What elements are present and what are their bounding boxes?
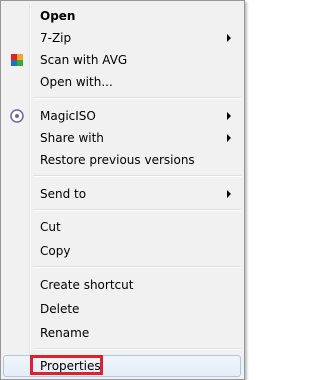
menu-item-label: Restore previous versions xyxy=(40,153,195,167)
menu-item-open-with[interactable]: Open with... xyxy=(3,71,241,93)
menu-item-label: 7-Zip xyxy=(40,31,72,45)
menu-item-label: Scan with AVG xyxy=(40,53,128,67)
menu-item-rename[interactable]: Rename xyxy=(3,322,241,344)
menu-item-open[interactable]: Open xyxy=(3,5,241,27)
menu-item-restore-previous-versions[interactable]: Restore previous versions xyxy=(3,149,241,171)
avg-icon xyxy=(11,54,23,66)
menu-item-label: Delete xyxy=(40,302,80,316)
menu-item-copy[interactable]: Copy xyxy=(3,240,241,262)
menu-item-label: Copy xyxy=(40,244,71,258)
menu-item-create-shortcut[interactable]: Create shortcut xyxy=(3,274,241,296)
submenu-arrow-icon xyxy=(227,112,231,120)
menu-item-label: Open with... xyxy=(40,75,113,89)
menu-item-share-with[interactable]: Share with xyxy=(3,127,241,149)
menu-item-7zip[interactable]: 7-Zip xyxy=(3,27,241,49)
menu-item-label: Create shortcut xyxy=(40,278,134,292)
menu-item-label: MagicISO xyxy=(40,109,96,123)
menu-item-label: Rename xyxy=(40,326,90,340)
magiciso-icon xyxy=(10,109,24,123)
menu-item-delete[interactable]: Delete xyxy=(3,298,241,320)
menu-separator xyxy=(33,209,241,211)
menu-item-label: Open xyxy=(40,9,76,23)
submenu-arrow-icon xyxy=(227,190,231,198)
properties-highlight-box xyxy=(30,355,103,375)
menu-item-cut[interactable]: Cut xyxy=(3,216,241,238)
menu-item-scan-avg[interactable]: Scan with AVG xyxy=(3,49,241,71)
menu-separator xyxy=(33,97,241,99)
menu-separator xyxy=(33,348,241,350)
menu-item-send-to[interactable]: Send to xyxy=(3,183,241,205)
menu-separator xyxy=(33,175,241,177)
submenu-arrow-icon xyxy=(227,34,231,42)
context-menu: Open 7-Zip Scan with AVG Open with... Ma… xyxy=(0,0,245,380)
menu-item-label: Cut xyxy=(40,220,61,234)
menu-item-label: Send to xyxy=(40,187,87,201)
menu-separator xyxy=(33,266,241,268)
submenu-arrow-icon xyxy=(227,134,231,142)
menu-item-magiciso[interactable]: MagicISO xyxy=(3,105,241,127)
menu-item-label: Share with xyxy=(40,131,104,145)
